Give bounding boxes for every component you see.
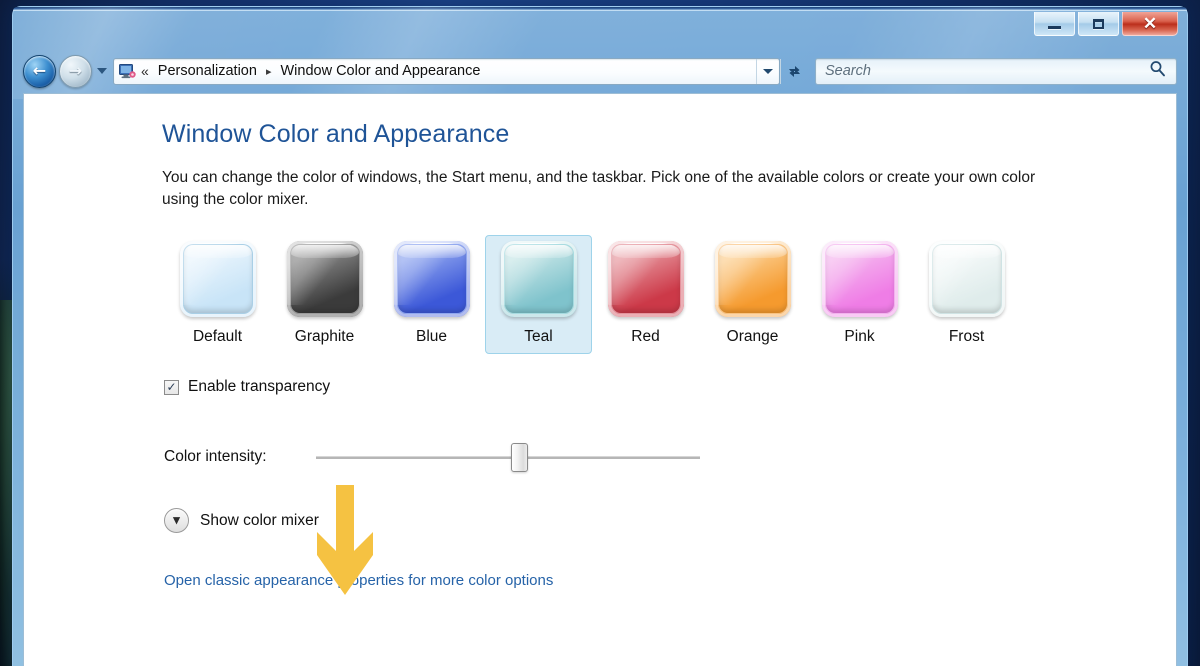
- color-swatch-list: Default Graphite Blue Teal Red Orange Pink Fros…: [164, 235, 1176, 354]
- desktop-background: ✕ ← → « Personalization ▸ Window Color a…: [0, 0, 1200, 666]
- swatch-bevel-frame: [714, 241, 791, 317]
- breadcrumb-personalization[interactable]: Personalization: [156, 61, 259, 81]
- color-swatch-pink[interactable]: Pink: [806, 235, 913, 354]
- color-intensity-row: Color intensity:: [164, 442, 1176, 472]
- address-bar[interactable]: « Personalization ▸ Window Color and App…: [113, 57, 780, 85]
- page-description: You can change the color of windows, the…: [162, 169, 1036, 208]
- back-arrow-icon: ←: [32, 61, 47, 80]
- swatch-bevel-frame: [928, 241, 1005, 317]
- color-swatch-tile-orange[interactable]: [714, 241, 791, 317]
- color-swatch-label: Teal: [524, 328, 553, 345]
- search-icon[interactable]: [1145, 60, 1176, 82]
- content-pane: Window Color and Appearance You can chan…: [23, 93, 1177, 666]
- chevron-down-icon: ▾: [173, 512, 180, 527]
- enable-transparency-checkbox[interactable]: ✓: [164, 379, 179, 395]
- caption-button-group: ✕: [1034, 12, 1178, 38]
- swatch-bevel-frame: [393, 241, 470, 317]
- swatch-bevel-frame: [821, 241, 898, 317]
- search-box[interactable]: Search: [815, 57, 1177, 85]
- color-swatch-default[interactable]: Default: [164, 235, 271, 354]
- color-swatch-label: Frost: [948, 328, 985, 345]
- recent-pages-chevron-down-icon[interactable]: [97, 68, 107, 74]
- color-swatch-label: Pink: [844, 328, 875, 345]
- refresh-icon: [788, 65, 800, 77]
- breadcrumb-separator-icon[interactable]: ▸: [266, 65, 272, 78]
- color-swatch-label: Graphite: [294, 328, 355, 345]
- search-input[interactable]: Search: [816, 63, 1145, 79]
- color-swatch-tile-pink[interactable]: [821, 241, 898, 317]
- enable-transparency-label[interactable]: Enable transparency: [188, 378, 330, 396]
- swatch-bevel-frame: [286, 241, 363, 317]
- show-color-mixer-button[interactable]: ▾: [164, 508, 189, 533]
- color-swatch-frost[interactable]: Frost: [913, 235, 1020, 354]
- chevron-down-icon: [763, 68, 773, 74]
- slider-thumb[interactable]: [511, 443, 529, 472]
- color-swatch-label: Blue: [415, 328, 448, 345]
- close-icon: ✕: [1142, 14, 1158, 33]
- color-swatch-label: Red: [631, 328, 660, 345]
- enable-transparency-row[interactable]: ✓ Enable transparency: [164, 378, 1176, 396]
- checkmark-icon: ✓: [166, 379, 177, 394]
- color-swatch-tile-red[interactable]: [607, 241, 684, 317]
- window-top-border: [13, 7, 1187, 11]
- swatch-bevel-frame: [179, 241, 256, 317]
- swatch-bevel-frame: [500, 241, 577, 317]
- color-swatch-graphite[interactable]: Graphite: [271, 235, 378, 354]
- forward-arrow-icon: →: [68, 61, 83, 80]
- breadcrumb-overflow-icon[interactable]: «: [141, 63, 149, 79]
- color-swatch-tile-blue[interactable]: [393, 241, 470, 317]
- color-swatch-teal[interactable]: Teal: [485, 235, 592, 354]
- color-intensity-label: Color intensity:: [164, 448, 267, 465]
- breadcrumb-window-color-and-appearance[interactable]: Window Color and Appearance: [278, 61, 482, 81]
- color-swatch-tile-frost[interactable]: [928, 241, 1005, 317]
- personalization-monitor-icon: [119, 63, 136, 79]
- minimize-button[interactable]: [1034, 12, 1075, 36]
- color-swatch-label: Default: [192, 328, 243, 345]
- page-title: Window Color and Appearance: [162, 120, 510, 148]
- color-swatch-tile-default[interactable]: [179, 241, 256, 317]
- close-button[interactable]: ✕: [1122, 12, 1178, 36]
- color-swatch-tile-teal[interactable]: [500, 241, 577, 317]
- swatch-bevel-frame: [607, 241, 684, 317]
- color-swatch-orange[interactable]: Orange: [699, 235, 806, 354]
- maximize-icon: [1093, 18, 1104, 29]
- color-swatch-blue[interactable]: Blue: [378, 235, 485, 354]
- forward-button[interactable]: →: [59, 54, 92, 88]
- address-history-dropdown-button[interactable]: [756, 58, 779, 84]
- minimize-icon: [1048, 25, 1061, 29]
- color-intensity-slider[interactable]: [316, 442, 700, 472]
- back-button[interactable]: ←: [23, 54, 56, 88]
- maximize-button[interactable]: [1078, 12, 1119, 36]
- control-panel-window: ✕ ← → « Personalization ▸ Window Color a…: [12, 6, 1188, 666]
- color-swatch-label: Orange: [726, 328, 779, 345]
- color-swatch-tile-graphite[interactable]: [286, 241, 363, 317]
- color-swatch-red[interactable]: Red: [592, 235, 699, 354]
- open-classic-appearance-link[interactable]: Open classic appearance properties for m…: [164, 572, 1176, 589]
- show-color-mixer-label[interactable]: Show color mixer: [200, 512, 319, 530]
- slider-track[interactable]: [316, 456, 700, 459]
- navigation-bar: ← → « Personalization ▸ Window Color and…: [23, 53, 1177, 89]
- show-color-mixer-row[interactable]: ▾ Show color mixer: [164, 508, 1176, 533]
- refresh-button[interactable]: [780, 58, 807, 84]
